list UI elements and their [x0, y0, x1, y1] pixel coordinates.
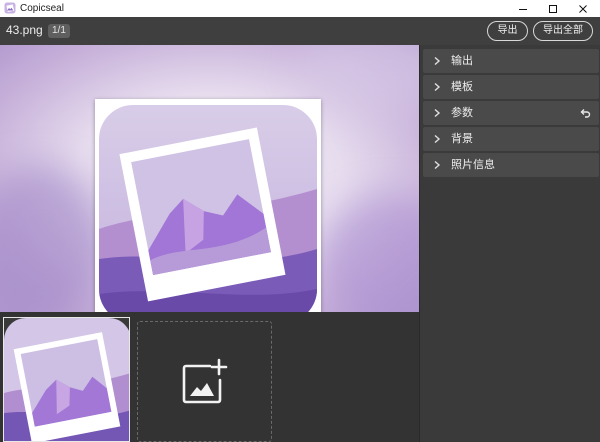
export-button[interactable]: 导出: [487, 21, 528, 41]
chevron-right-icon: [434, 108, 441, 118]
chevron-right-icon: [434, 160, 441, 170]
page-indicator: 1/1: [48, 24, 70, 38]
section-label: 输出: [451, 55, 473, 67]
file-name: 43.png: [6, 23, 43, 37]
chevron-right-icon: [434, 56, 441, 66]
framed-photo: [95, 99, 321, 312]
thumbnail-item[interactable]: [3, 317, 130, 442]
app-icon: [4, 2, 16, 14]
preview-canvas[interactable]: [0, 45, 419, 312]
window-title: Copicseal: [20, 3, 64, 14]
photo-image: [99, 105, 317, 312]
chevron-right-icon: [434, 134, 441, 144]
section-background[interactable]: 背景: [423, 127, 599, 151]
section-parameters[interactable]: 参数: [423, 101, 599, 125]
background-blur: [320, 195, 419, 312]
minimize-icon: [519, 8, 527, 10]
maximize-button[interactable]: [538, 0, 568, 17]
section-template[interactable]: 模板: [423, 75, 599, 99]
section-label: 模板: [451, 81, 473, 93]
chevron-right-icon: [434, 82, 441, 92]
section-label: 参数: [451, 107, 473, 119]
title-bar: Copicseal: [0, 0, 600, 17]
section-label: 背景: [451, 133, 473, 145]
export-all-button[interactable]: 导出全部: [533, 21, 593, 41]
thumbnail-strip: [0, 312, 419, 442]
background-blur: [0, 165, 110, 312]
close-icon: [579, 4, 587, 13]
add-image-button[interactable]: [137, 321, 272, 442]
close-button[interactable]: [568, 0, 598, 17]
section-label: 照片信息: [451, 159, 495, 171]
minimize-button[interactable]: [508, 0, 538, 17]
thumbnail-image: [4, 318, 129, 441]
section-output[interactable]: 输出: [423, 49, 599, 73]
settings-panel: 输出 模板 参数 背景 照片信息: [419, 45, 600, 442]
section-photo-info[interactable]: 照片信息: [423, 153, 599, 177]
toolbar: 43.png 1/1 导出 导出全部: [0, 17, 600, 45]
undo-icon[interactable]: [579, 107, 591, 119]
add-image-icon: [182, 358, 227, 403]
maximize-icon: [549, 4, 557, 13]
